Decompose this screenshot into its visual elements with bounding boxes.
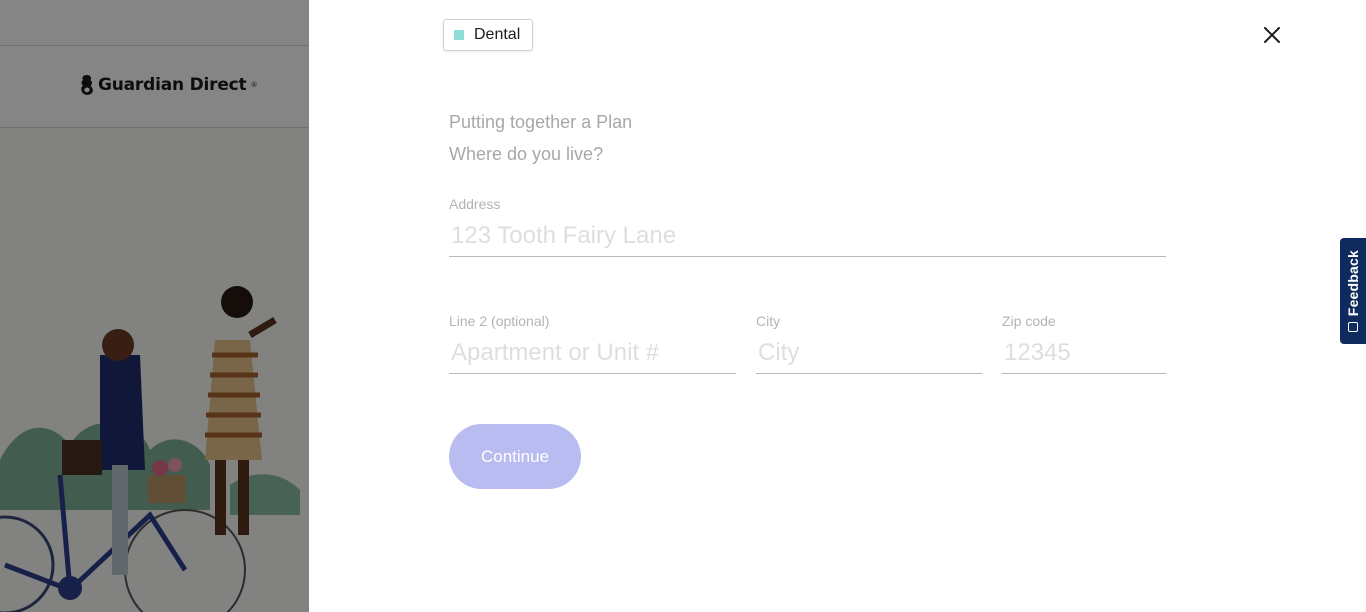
address-field: Address	[449, 196, 1166, 257]
close-icon	[1264, 27, 1280, 43]
zip-input[interactable]	[1002, 337, 1166, 374]
feedback-label: Feedback	[1345, 249, 1361, 317]
zip-field: Zip code	[1002, 313, 1166, 374]
continue-button[interactable]: Continue	[449, 424, 581, 489]
product-tag: Dental	[443, 19, 534, 51]
close-button[interactable]	[1259, 22, 1285, 48]
line2-field: Line 2 (optional)	[449, 313, 736, 374]
feedback-icon	[1348, 322, 1358, 333]
feedback-tab[interactable]: Feedback	[1340, 238, 1366, 344]
product-tag-label: Dental	[474, 26, 521, 43]
step-title: Putting together a Plan	[449, 112, 633, 132]
step-question: Where do you live?	[449, 144, 604, 164]
product-color-swatch	[454, 30, 464, 40]
city-field: City	[756, 313, 982, 374]
line2-label: Line 2 (optional)	[449, 313, 550, 329]
address-label: Address	[449, 196, 501, 212]
line2-input[interactable]	[449, 337, 736, 374]
zip-label: Zip code	[1002, 313, 1056, 329]
address-input[interactable]	[449, 220, 1166, 257]
city-label: City	[756, 313, 781, 329]
quote-drawer: Dental Putting together a Plan Where do …	[309, 0, 1366, 612]
city-input[interactable]	[756, 337, 982, 374]
